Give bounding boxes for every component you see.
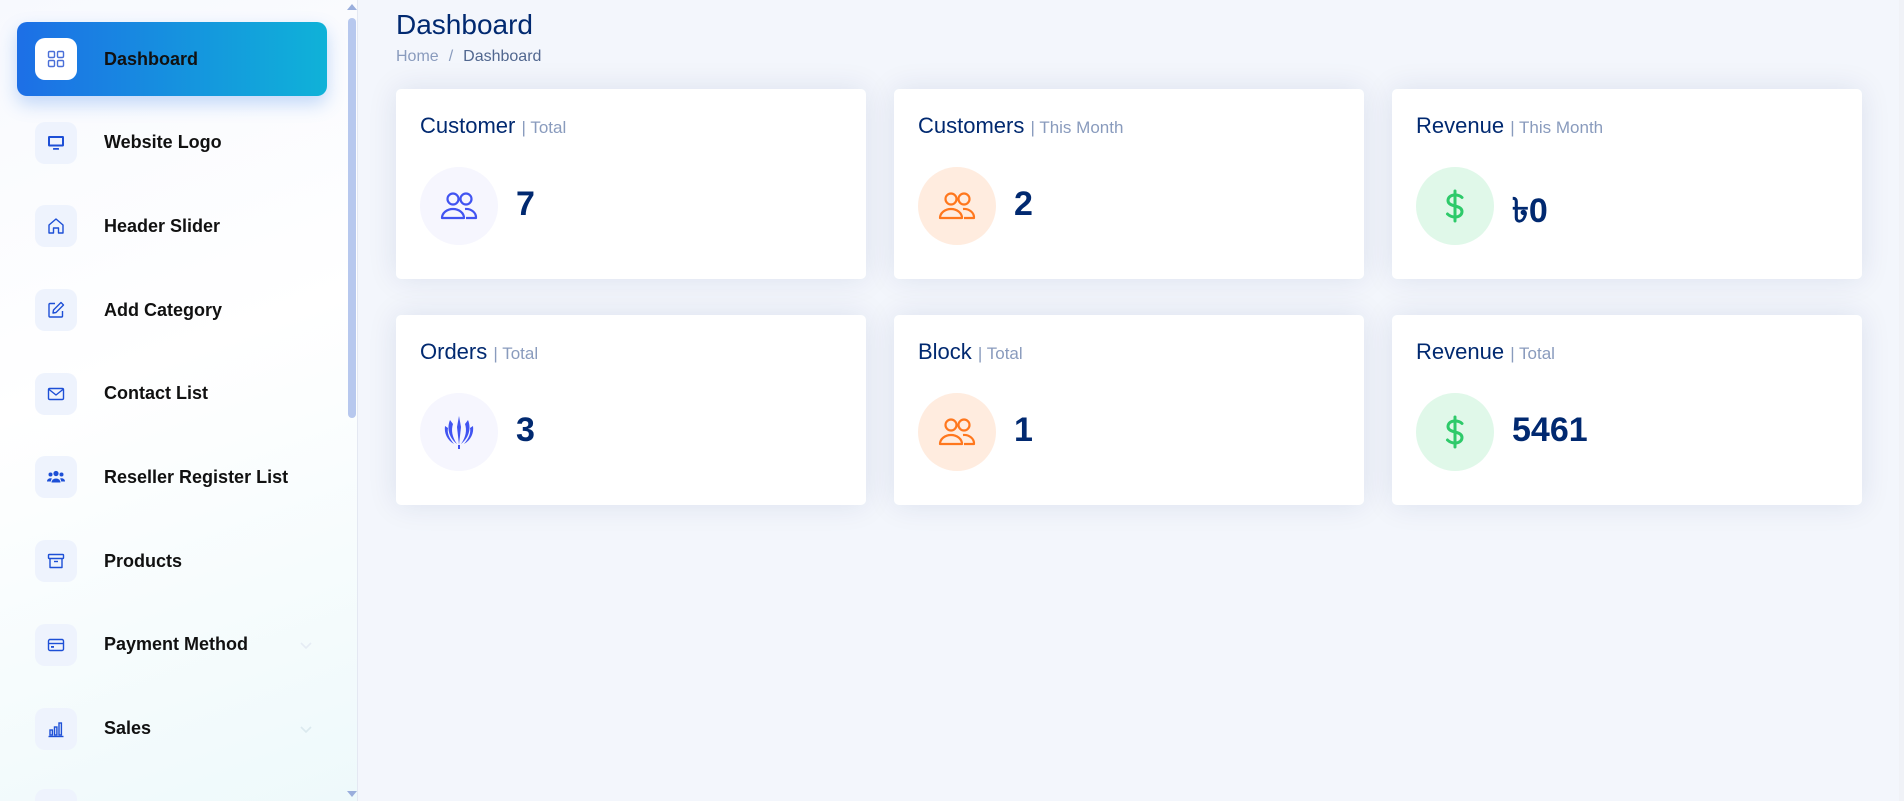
card-value: 1 (1014, 411, 1033, 449)
sidebar-item-label: Dashboard (104, 48, 199, 69)
menu-icon (35, 789, 77, 801)
sidebar-item-sales[interactable]: Sales (17, 692, 327, 766)
card-value: 5461 (1512, 411, 1588, 449)
monitor-icon (35, 121, 77, 164)
dollar-icon (1416, 393, 1494, 471)
people-icon (918, 393, 996, 471)
sidebar-scrollbar-thumb[interactable] (348, 18, 356, 418)
card-subtitle: | Total (1510, 344, 1555, 363)
home-icon (35, 205, 77, 248)
card-title: Block | Total (918, 339, 1023, 365)
sidebar-item-label: Contact List (104, 383, 209, 404)
card-title-text: Revenue (1416, 339, 1505, 364)
card-title: Orders | Total (420, 339, 538, 365)
sidebar-item-label: Add Category (104, 299, 223, 320)
grid-icon (35, 38, 77, 80)
block-total-card: Block | Total 1 (894, 315, 1364, 505)
sidebar-item-partial[interactable] (17, 775, 327, 801)
page-title: Dashboard (396, 9, 533, 40)
card-value: 3 (516, 411, 535, 449)
card-title-text: Customer (420, 113, 516, 138)
revenue-total-card: Revenue | Total 5461 (1392, 315, 1862, 505)
sidebar-item-products[interactable]: Products (17, 524, 327, 598)
sidebar: Dashboard Website Logo Header Slider Add… (0, 0, 358, 801)
card-value: 2 (1014, 185, 1033, 223)
sidebar-item-add-category[interactable]: Add Category (17, 273, 327, 347)
sidebar-item-header-slider[interactable]: Header Slider (17, 189, 327, 263)
revenue-this-month-card: Revenue | This Month ৳0 (1392, 89, 1862, 279)
dollar-icon (1416, 167, 1494, 245)
credit-card-icon (35, 623, 77, 666)
card-title: Customers | This Month (918, 113, 1123, 139)
card-subtitle: | This Month (1510, 118, 1604, 137)
scroll-up-arrow-icon[interactable] (347, 4, 357, 10)
customers-this-month-card: Customers | This Month 2 (894, 89, 1364, 279)
card-title-text: Block (918, 339, 972, 364)
card-title: Revenue | Total (1416, 339, 1555, 365)
breadcrumb: Home / Dashboard (396, 48, 541, 66)
sidebar-item-reseller-register-list[interactable]: Reseller Register List (17, 440, 327, 514)
sidebar-item-website-logo[interactable]: Website Logo (17, 106, 327, 180)
card-subtitle: | This Month (1030, 118, 1124, 137)
edit-icon (35, 289, 77, 332)
sidebar-item-label: Reseller Register List (104, 466, 289, 487)
chevron-down-icon (300, 725, 312, 733)
bar-chart-icon (35, 707, 77, 750)
sidebar-nav: Dashboard Website Logo Header Slider Add… (17, 22, 327, 801)
card-title-text: Customers (918, 113, 1025, 138)
card-title: Revenue | This Month (1416, 113, 1603, 139)
order-emblem-icon (420, 393, 498, 471)
sidebar-item-label: Payment Method (104, 634, 249, 655)
card-subtitle: | Total (521, 118, 567, 137)
card-title-text: Revenue (1416, 113, 1505, 138)
page-scrollbar[interactable] (1899, 0, 1904, 801)
breadcrumb-current: Dashboard (463, 48, 542, 65)
customer-total-card: Customer | Total 7 (396, 89, 866, 279)
card-subtitle: | Total (493, 344, 539, 363)
sidebar-item-dashboard[interactable]: Dashboard (17, 22, 327, 96)
card-value: ৳0 (1512, 192, 1548, 230)
people-icon (420, 167, 498, 245)
sidebar-item-label: Website Logo (104, 132, 222, 153)
people-icon (918, 167, 996, 245)
card-value: 7 (516, 185, 535, 223)
envelope-icon (35, 372, 77, 415)
chevron-down-icon (300, 642, 312, 649)
main-content: Dashboard Home / Dashboard Customer | To… (358, 0, 1904, 801)
sidebar-item-label: Sales (104, 718, 152, 738)
card-title: Customer | Total (420, 113, 566, 139)
orders-total-card: Orders | Total 3 (396, 315, 866, 505)
archive-icon (35, 540, 77, 583)
card-title-text: Orders (420, 339, 488, 364)
sidebar-item-label: Products (104, 550, 183, 571)
breadcrumb-separator: / (448, 48, 454, 65)
sidebar-item-contact-list[interactable]: Contact List (17, 357, 327, 431)
breadcrumb-home-link[interactable]: Home (396, 48, 439, 66)
scroll-down-arrow-icon[interactable] (347, 791, 357, 797)
sidebar-item-label: Header Slider (104, 215, 221, 236)
card-subtitle: | Total (977, 344, 1023, 363)
sidebar-item-payment-method[interactable]: Payment Method (17, 608, 327, 682)
users-icon (35, 456, 77, 499)
